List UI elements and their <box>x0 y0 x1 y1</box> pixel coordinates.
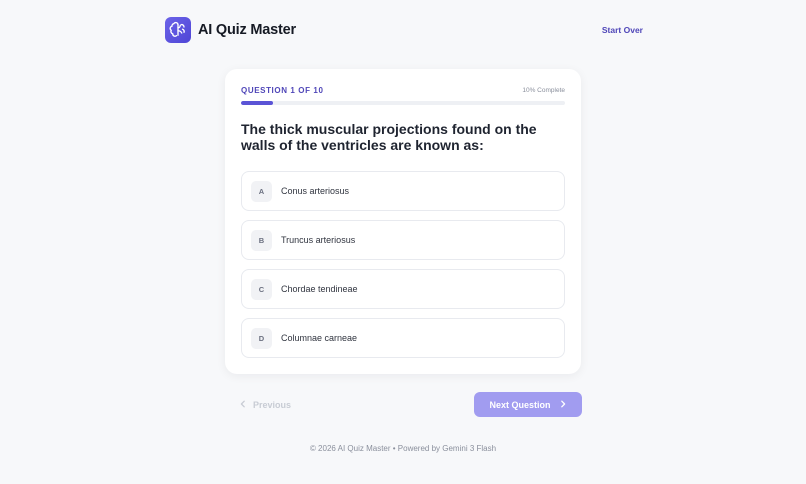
chevron-right-icon <box>559 400 567 410</box>
answer-options: A Conus arteriosus B Truncus arteriosus … <box>241 171 565 367</box>
app-header: AI Quiz Master Start Over <box>165 17 643 43</box>
brand: AI Quiz Master <box>165 17 296 43</box>
option-letter: A <box>251 180 272 202</box>
chevron-left-icon <box>239 400 247 410</box>
progress-percentage: 10% Complete <box>522 87 565 94</box>
option-c[interactable]: C Chordae tendineae <box>241 269 565 309</box>
progress-bar-fill <box>241 101 274 105</box>
previous-button[interactable]: Previous <box>233 393 299 417</box>
progress-bar <box>241 101 565 105</box>
option-a[interactable]: A Conus arteriosus <box>241 171 565 211</box>
next-label: Next Question <box>489 399 551 410</box>
option-b[interactable]: B Truncus arteriosus <box>241 220 565 260</box>
app-title: AI Quiz Master <box>198 22 296 38</box>
question-card: QUESTION 1 OF 10 10% Complete The thick … <box>225 69 581 374</box>
option-letter: B <box>251 229 272 251</box>
question-counter: QUESTION 1 OF 10 <box>241 86 324 95</box>
option-letter: D <box>251 327 272 349</box>
brain-icon <box>165 17 191 43</box>
option-text: Columnae carneae <box>281 333 358 343</box>
option-text: Conus arteriosus <box>281 186 350 196</box>
footer-text: © 2026 AI Quiz Master • Powered by Gemin… <box>309 444 497 453</box>
option-text: Truncus arteriosus <box>281 235 356 245</box>
previous-label: Previous <box>253 400 292 410</box>
start-over-link[interactable]: Start Over <box>602 25 643 35</box>
next-question-button[interactable]: Next Question <box>474 392 582 417</box>
option-text: Chordae tendineae <box>281 284 358 294</box>
option-d[interactable]: D Columnae carneae <box>241 318 565 358</box>
question-text: The thick muscular projections found on … <box>241 121 537 153</box>
question-meta: QUESTION 1 OF 10 10% Complete <box>241 86 565 95</box>
option-letter: C <box>251 278 272 300</box>
